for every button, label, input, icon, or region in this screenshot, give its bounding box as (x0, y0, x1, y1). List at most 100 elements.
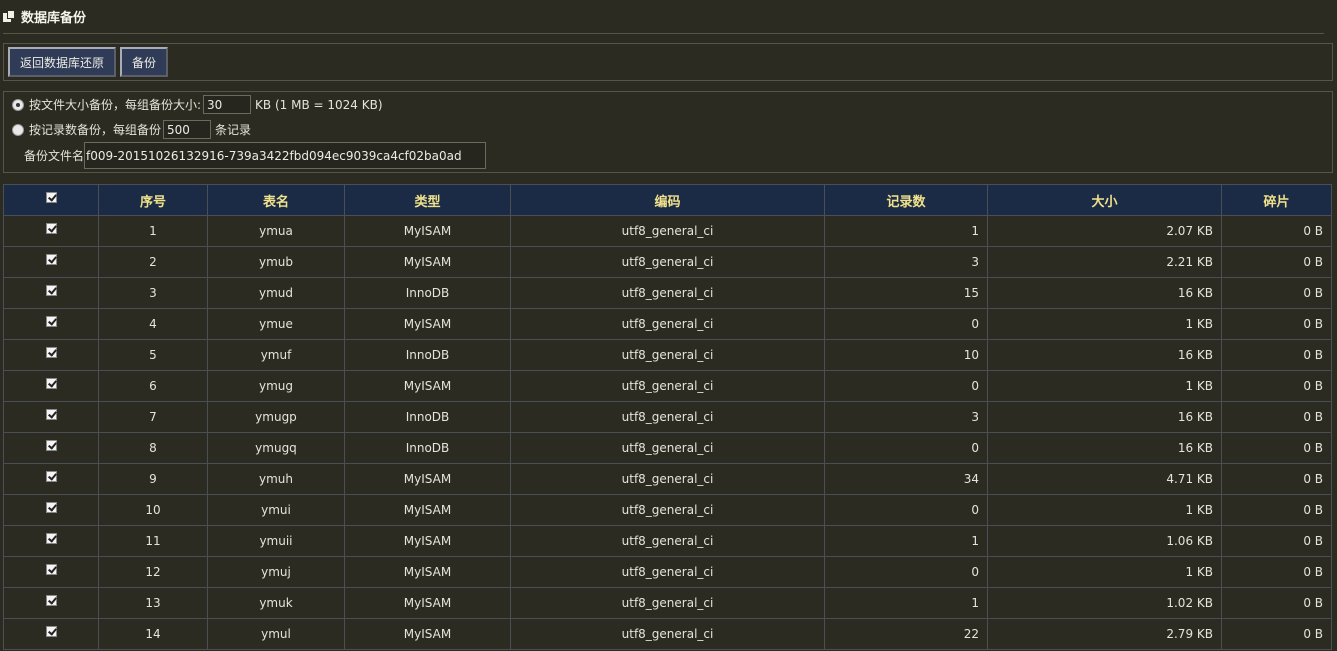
row-checkbox[interactable] (45, 285, 57, 296)
row-charset: utf8_general_ci (510, 308, 825, 340)
header-type[interactable]: 类型 (344, 184, 511, 216)
row-engine: MyISAM (344, 215, 511, 247)
row-index: 6 (98, 370, 208, 402)
row-table-name: ymue (207, 308, 345, 340)
row-index: 9 (98, 463, 208, 495)
table-row: 14 ymul MyISAM utf8_general_ci 22 2.79 KB 0 B (3, 618, 1332, 650)
row-checkbox[interactable] (45, 626, 57, 637)
table-header-row: 序号 表名 类型 编码 记录数 大小 碎片 (3, 184, 1332, 216)
size-unit-label: KB (1 MB = 1024 KB) (255, 97, 383, 112)
row-select-cell (3, 246, 99, 278)
row-checkbox[interactable] (45, 316, 57, 327)
header-index[interactable]: 序号 (98, 184, 208, 216)
row-charset: utf8_general_ci (510, 401, 825, 433)
page-title: 数据库备份 (21, 11, 87, 26)
row-select-cell (3, 494, 99, 526)
row-table-name: ymua (207, 215, 345, 247)
size-input[interactable] (203, 95, 252, 114)
row-records: 0 (824, 494, 988, 526)
header-size[interactable]: 大小 (987, 184, 1222, 216)
row-engine: MyISAM (344, 556, 511, 588)
table-row: 1 ymua MyISAM utf8_general_ci 1 2.07 KB 0 B (3, 215, 1332, 247)
table-row: 9 ymuh MyISAM utf8_general_ci 34 4.71 KB 0 B (3, 463, 1332, 495)
row-overhead: 0 B (1221, 618, 1332, 650)
header-name[interactable]: 表名 (207, 184, 345, 216)
header-overhead[interactable]: 碎片 (1221, 184, 1332, 216)
row-size: 1 KB (987, 494, 1222, 526)
row-checkbox[interactable] (45, 595, 57, 606)
row-checkbox[interactable] (45, 254, 57, 265)
row-select-cell (3, 308, 99, 340)
row-checkbox[interactable] (45, 471, 57, 482)
table-row: 4 ymue MyISAM utf8_general_ci 0 1 KB 0 B (3, 308, 1332, 340)
row-table-name: ymuh (207, 463, 345, 495)
select-all-checkbox[interactable] (45, 191, 57, 203)
row-records: 22 (824, 618, 988, 650)
row-index: 14 (98, 618, 208, 650)
row-charset: utf8_general_ci (510, 277, 825, 309)
row-engine: MyISAM (344, 246, 511, 278)
row-size: 2.21 KB (987, 246, 1222, 278)
radio-by-size[interactable] (12, 98, 24, 111)
backup-button[interactable]: 备份 (120, 47, 169, 77)
restore-database-button[interactable]: 返回数据库还原 (8, 47, 117, 77)
row-overhead: 0 B (1221, 401, 1332, 433)
row-select-cell (3, 339, 99, 371)
table-row: 2 ymub MyISAM utf8_general_ci 3 2.21 KB 0 B (3, 246, 1332, 278)
row-engine: MyISAM (344, 308, 511, 340)
header-records[interactable]: 记录数 (824, 184, 988, 216)
row-checkbox[interactable] (45, 533, 57, 544)
row-select-cell (3, 401, 99, 433)
row-checkbox[interactable] (45, 409, 57, 420)
row-checkbox[interactable] (45, 223, 57, 234)
row-table-name: ymui (207, 494, 345, 526)
row-records: 1 (824, 525, 988, 557)
row-charset: utf8_general_ci (510, 432, 825, 464)
row-overhead: 0 B (1221, 525, 1332, 557)
table-row: 10 ymui MyISAM utf8_general_ci 0 1 KB 0 B (3, 494, 1332, 526)
row-records: 0 (824, 432, 988, 464)
row-charset: utf8_general_ci (510, 525, 825, 557)
row-overhead: 0 B (1221, 215, 1332, 247)
row-index: 8 (98, 432, 208, 464)
row-select-cell (3, 370, 99, 402)
row-table-name: ymul (207, 618, 345, 650)
row-engine: MyISAM (344, 494, 511, 526)
row-checkbox[interactable] (45, 564, 57, 575)
row-charset: utf8_general_ci (510, 556, 825, 588)
row-overhead: 0 B (1221, 308, 1332, 340)
row-checkbox[interactable] (45, 440, 57, 451)
table-row: 13 ymuk MyISAM utf8_general_ci 1 1.02 KB 0 B (3, 587, 1332, 619)
filename-row: 备份文件名 f009-20151026132916-739a3422fbd094… (24, 142, 487, 169)
table-row: 11 ymuii MyISAM utf8_general_ci 1 1.06 KB 0 B (3, 525, 1332, 557)
row-index: 1 (98, 215, 208, 247)
filename-field[interactable]: f009-20151026132916-739a3422fbd094ec9039… (84, 142, 487, 169)
row-charset: utf8_general_ci (510, 370, 825, 402)
row-overhead: 0 B (1221, 463, 1332, 495)
row-records: 10 (824, 339, 988, 371)
radio-by-records[interactable] (12, 123, 24, 136)
row-size: 1.06 KB (987, 525, 1222, 557)
row-records: 3 (824, 401, 988, 433)
row-engine: InnoDB (344, 339, 511, 371)
row-index: 10 (98, 494, 208, 526)
row-checkbox[interactable] (45, 378, 57, 389)
row-size: 1 KB (987, 556, 1222, 588)
table-row: 5 ymuf InnoDB utf8_general_ci 10 16 KB 0 B (3, 339, 1332, 371)
header-charset[interactable]: 编码 (510, 184, 825, 216)
row-overhead: 0 B (1221, 494, 1332, 526)
row-records: 1 (824, 215, 988, 247)
row-size: 16 KB (987, 277, 1222, 309)
row-records: 1 (824, 587, 988, 619)
row-engine: InnoDB (344, 401, 511, 433)
row-checkbox[interactable] (45, 347, 57, 358)
filename-label: 备份文件名 (24, 149, 85, 163)
row-charset: utf8_general_ci (510, 618, 825, 650)
records-input[interactable] (163, 120, 212, 139)
row-table-name: ymuk (207, 587, 345, 619)
row-charset: utf8_general_ci (510, 215, 825, 247)
row-index: 4 (98, 308, 208, 340)
row-select-cell (3, 432, 99, 464)
row-checkbox[interactable] (45, 502, 57, 513)
copy-icon (3, 9, 17, 24)
